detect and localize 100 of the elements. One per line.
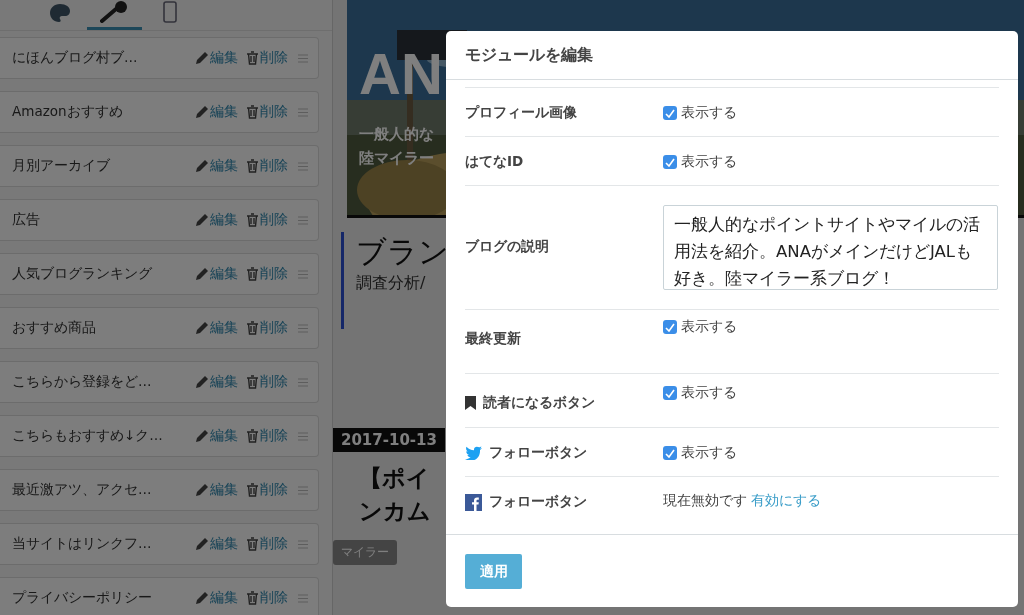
drag-handle-icon[interactable]: [298, 377, 308, 387]
module-name: 月別アーカイブ: [12, 157, 111, 175]
modal-title: モジュールを編集: [446, 31, 1018, 80]
checkbox[interactable]: [663, 106, 677, 120]
drag-handle-icon[interactable]: [298, 161, 308, 171]
checkbox[interactable]: [663, 320, 677, 334]
drag-handle-icon[interactable]: [298, 269, 308, 279]
module-name: 人気ブログランキング: [12, 265, 153, 283]
sidebar-tab[interactable]: [87, 0, 142, 30]
drag-handle-icon[interactable]: [298, 593, 308, 603]
field-label: プロフィール画像: [465, 104, 577, 122]
pencil-icon: [195, 537, 209, 551]
module-name: Amazonおすすめ: [12, 103, 124, 121]
trash-icon: [246, 375, 259, 389]
drag-handle-icon[interactable]: [298, 485, 308, 495]
checkbox[interactable]: [663, 155, 677, 169]
pencil-icon: [195, 51, 209, 65]
checkbox-label: 表示する: [681, 384, 737, 402]
delete-link[interactable]: 削除: [246, 211, 288, 229]
description-field[interactable]: 一般人的なポイントサイトやマイルの活用法を紹介。ANAがメインだけどJALも好き。陸マイラー系ブログ！: [663, 205, 998, 290]
show-checkbox[interactable]: 表示する: [663, 318, 999, 336]
post-title: 【ポイ ンカム: [359, 464, 431, 526]
edit-link[interactable]: 編集: [195, 373, 238, 391]
pencil-icon: [195, 321, 209, 335]
field-label: フォローボタン: [489, 444, 587, 462]
drag-handle-icon[interactable]: [298, 323, 308, 333]
field-label: 最終更新: [465, 330, 521, 348]
show-checkbox[interactable]: 表示する: [663, 153, 999, 171]
apply-button[interactable]: 適用: [465, 554, 522, 589]
edit-link[interactable]: 編集: [195, 319, 238, 337]
phone-icon[interactable]: [162, 1, 177, 23]
bird-icon: [465, 446, 482, 460]
trash-icon: [246, 537, 259, 551]
edit-link[interactable]: 編集: [195, 265, 238, 283]
edit-link[interactable]: 編集: [195, 157, 238, 175]
trash-icon: [246, 321, 259, 335]
trash-icon: [246, 159, 259, 173]
checkbox-label: 表示する: [681, 318, 737, 336]
delete-link[interactable]: 削除: [246, 103, 288, 121]
delete-link[interactable]: 削除: [246, 157, 288, 175]
checkbox[interactable]: [663, 386, 677, 400]
delete-link[interactable]: 削除: [246, 49, 288, 67]
edit-link[interactable]: 編集: [195, 49, 238, 67]
delete-link[interactable]: 削除: [246, 373, 288, 391]
pencil-icon: [195, 159, 209, 173]
facebook-icon: [465, 493, 482, 511]
edit-link[interactable]: 編集: [195, 481, 238, 499]
edit-link[interactable]: 編集: [195, 589, 238, 607]
field-label: フォローボタン: [489, 493, 587, 511]
section-subtitle: 調査分析/: [356, 273, 426, 294]
field-label: 読者になるボタン: [483, 394, 595, 412]
trash-icon: [246, 483, 259, 497]
palette-icon[interactable]: [48, 3, 71, 23]
show-checkbox[interactable]: 表示する: [663, 384, 999, 402]
module-name: おすすめ商品: [12, 319, 97, 337]
module-name: プライバシーポリシー: [12, 589, 153, 607]
drag-handle-icon[interactable]: [298, 539, 308, 549]
status-text: 現在無効です: [663, 492, 748, 508]
trash-icon: [246, 105, 259, 119]
section-title: ブラン: [356, 233, 449, 271]
module-name: こちらもおすすめ↓ク…: [12, 427, 164, 445]
edit-link[interactable]: 編集: [195, 211, 238, 229]
pencil-icon: [195, 591, 209, 605]
trash-icon: [246, 267, 259, 281]
field-label: はてなID: [465, 153, 524, 171]
wrench-icon[interactable]: [99, 1, 130, 23]
trash-icon: [246, 591, 259, 605]
edit-link[interactable]: 編集: [195, 535, 238, 553]
module-name: にほんブログ村ブ…: [12, 49, 139, 67]
trash-icon: [246, 429, 259, 443]
bookmark-icon: [465, 396, 476, 410]
delete-link[interactable]: 削除: [246, 481, 288, 499]
drag-handle-icon[interactable]: [298, 215, 308, 225]
edit-link[interactable]: 編集: [195, 103, 238, 121]
pencil-icon: [195, 483, 209, 497]
delete-link[interactable]: 削除: [246, 535, 288, 553]
checkbox-label: 表示する: [681, 153, 737, 171]
show-checkbox[interactable]: 表示する: [663, 444, 999, 462]
show-checkbox[interactable]: 表示する: [663, 104, 999, 122]
drag-handle-icon[interactable]: [298, 107, 308, 117]
trash-icon: [246, 213, 259, 227]
delete-link[interactable]: 削除: [246, 319, 288, 337]
delete-link[interactable]: 削除: [246, 427, 288, 445]
enable-link[interactable]: 有効にする: [751, 492, 822, 508]
checkbox[interactable]: [663, 446, 677, 460]
drag-handle-icon[interactable]: [298, 53, 308, 63]
pencil-icon: [195, 429, 209, 443]
field-label: ブログの説明: [465, 238, 549, 256]
edit-link[interactable]: 編集: [195, 427, 238, 445]
module-name: 広告: [12, 211, 41, 229]
drag-handle-icon[interactable]: [298, 431, 308, 441]
checkbox-label: 表示する: [681, 444, 737, 462]
blog-tagline: 一般人的な: [359, 124, 434, 145]
module-name: 当サイトはリンクフ…: [12, 535, 153, 553]
blog-title: AN: [359, 40, 443, 107]
delete-link[interactable]: 削除: [246, 265, 288, 283]
delete-link[interactable]: 削除: [246, 589, 288, 607]
pencil-icon: [195, 105, 209, 119]
blog-tagline: 陸マイラー: [359, 148, 434, 169]
checkbox-label: 表示する: [681, 104, 737, 122]
